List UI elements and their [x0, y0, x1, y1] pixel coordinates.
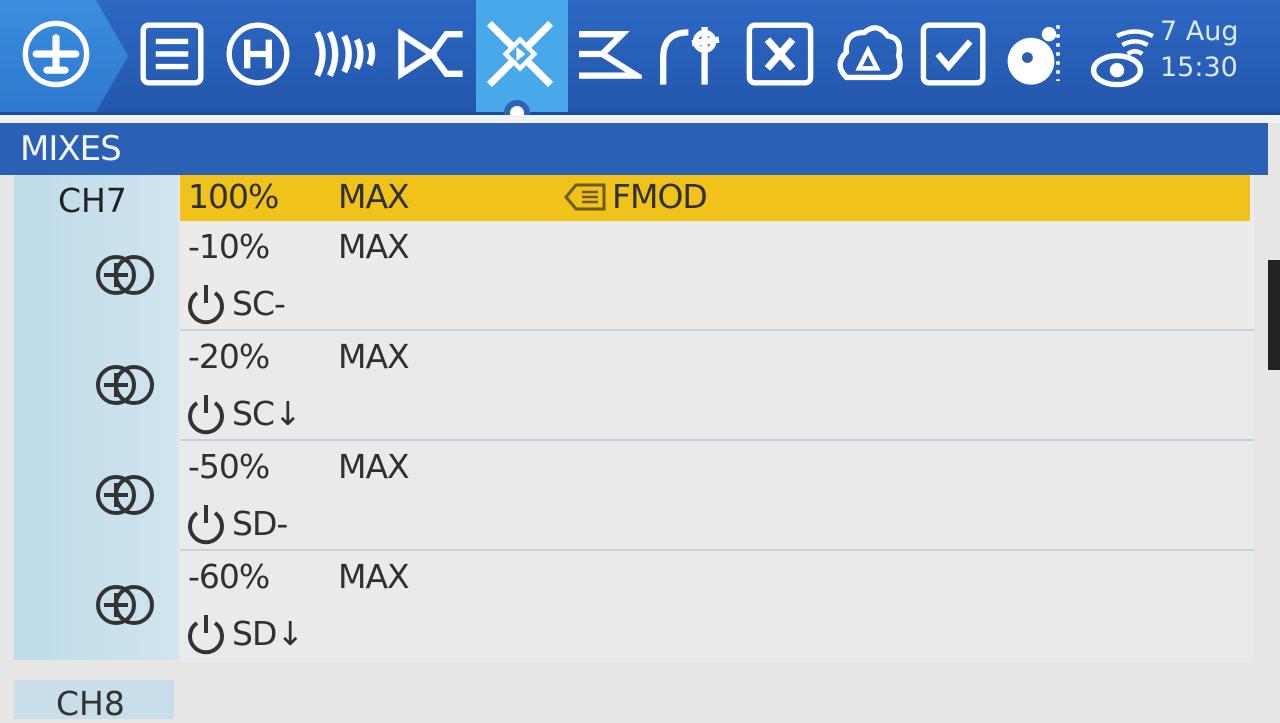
mix-multiplex: MAX: [338, 447, 410, 486]
mix-multiplex: MAX: [338, 227, 410, 266]
mix-weight: -10%: [188, 227, 270, 266]
scrollbar[interactable]: [1268, 260, 1280, 370]
switch-label: SD-: [232, 503, 288, 543]
power-switch-icon: [188, 615, 224, 655]
separator-line: [0, 115, 1280, 123]
flight-mode-label: FMOD: [612, 177, 708, 216]
power-switch-icon: [188, 285, 224, 325]
mix-multiplex: MAX: [338, 177, 410, 216]
mix-line[interactable]: -50% MAX SD-: [180, 439, 1254, 549]
mix-weight: -50%: [188, 447, 270, 486]
model-setup-icon[interactable]: [136, 14, 208, 94]
special-functions-icon[interactable]: [832, 14, 904, 94]
mix-list: CH7 100% MAX FMOD -10% MAX SC- -20% MAX …: [14, 175, 1254, 662]
time-text: 15:30: [1160, 52, 1238, 83]
add-mix-icon[interactable]: [94, 471, 158, 519]
mix-switch: SC-: [184, 281, 286, 325]
flight-mode-group: FMOD: [562, 177, 708, 216]
switch-label: SD↓: [232, 613, 304, 653]
curves-icon[interactable]: [656, 14, 728, 94]
power-switch-icon: [188, 505, 224, 545]
date-text: 7 Aug: [1160, 16, 1239, 47]
mix-line[interactable]: -20% MAX SC↓: [180, 329, 1254, 439]
switch-label: SC↓: [232, 393, 302, 433]
mix-switch: SC↓: [184, 391, 302, 435]
mix-line[interactable]: -60% MAX SD↓: [180, 549, 1254, 662]
power-switch-icon: [188, 395, 224, 435]
mix-weight: -20%: [188, 337, 270, 376]
radio-status-icon[interactable]: [1090, 14, 1162, 94]
add-mix-icon[interactable]: [94, 361, 158, 409]
channel-label: CH8: [56, 684, 125, 723]
page-title: MIXES: [20, 129, 122, 169]
channel-label: CH7: [58, 181, 127, 220]
tag-icon: [564, 183, 606, 210]
heli-icon[interactable]: [222, 14, 294, 94]
mix-weight: -60%: [188, 557, 270, 596]
trainer-icon[interactable]: [1004, 14, 1076, 94]
outputs-icon[interactable]: [570, 14, 648, 94]
channel-column[interactable]: CH8: [14, 680, 174, 723]
add-mix-icon[interactable]: [94, 581, 158, 629]
logical-switches-icon[interactable]: [744, 14, 816, 94]
telemetry-icon[interactable]: [918, 14, 990, 94]
top-toolbar: 7 Aug 15:30: [0, 0, 1280, 126]
switch-label: SC-: [232, 283, 286, 323]
flight-modes-icon[interactable]: [396, 14, 468, 94]
mix-line[interactable]: -10% MAX SC-: [180, 221, 1254, 329]
mix-multiplex: MAX: [338, 337, 410, 376]
mixes-icon[interactable]: [484, 14, 556, 94]
mix-weight: 100%: [188, 177, 279, 216]
mix-line-selected[interactable]: 100% MAX FMOD: [180, 175, 1250, 221]
add-mix-icon[interactable]: [94, 251, 158, 299]
title-bar: MIXES: [0, 123, 1268, 175]
model-icon[interactable]: [20, 14, 92, 94]
mix-multiplex: MAX: [338, 557, 410, 596]
date-time-display: 7 Aug 15:30: [1160, 14, 1280, 86]
mix-switch: SD-: [184, 501, 288, 545]
inputs-icon[interactable]: [310, 14, 382, 94]
mix-switch: SD↓: [184, 611, 304, 655]
